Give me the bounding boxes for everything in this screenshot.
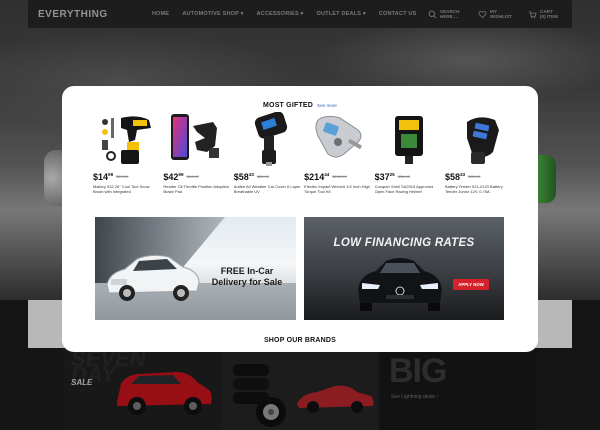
price-dollars: $214 (304, 172, 325, 182)
product-card[interactable]: $1499 $29.99 Mallory 532 26" Cool Tool Sn… (93, 110, 161, 200)
white-sedan-image (106, 254, 200, 301)
free-delivery-line2: Delivery for Sale (211, 277, 283, 287)
product-price: $21444 $252.99 (304, 172, 372, 182)
see-more-link[interactable]: See more (317, 103, 337, 108)
product-price: $1499 $29.99 (93, 172, 161, 182)
cordless-tool-kit-icon (102, 116, 151, 164)
product-card[interactable]: $3725 $56.99 Conquer Snell SA2015 Approve… (375, 110, 443, 200)
product-image (234, 110, 302, 170)
product-list: $1499 $29.99 Mallory 532 26" Cool Tool Sn… (93, 110, 513, 200)
price-dollars: $37 (374, 172, 390, 182)
price-cents: 33 (248, 172, 254, 177)
fm-transmitter-icon (254, 112, 287, 166)
price-cents: 99 (178, 172, 184, 177)
most-gifted-title: MOST GIFTED (263, 102, 314, 109)
product-name: Reader Oil Throttle Position Adaption Br… (163, 184, 230, 195)
price-cents: 33 (459, 172, 466, 177)
product-image (163, 110, 231, 170)
price-old: $89.99 (256, 174, 270, 179)
product-name: Battery Tender 021-0123 Battery Tender J… (444, 184, 503, 195)
product-image (445, 110, 513, 170)
shop-our-brands-heading: SHOP OUR BRANDS (263, 337, 337, 344)
product-image (375, 110, 443, 170)
product-price: $4299 $84.99 (163, 172, 231, 182)
price-dollars: $58 (233, 172, 249, 182)
price-cents: 25 (389, 172, 395, 177)
product-card[interactable]: $5833 $89.99 Autlee All Weather Car Cover… (234, 110, 302, 200)
phone-mount-icon (171, 114, 220, 160)
product-card[interactable]: $21444 $252.99 Electric Impact Wrench 1/2… (304, 110, 372, 200)
most-gifted-modal: MOST GIFTED See more $1499 $29.99 Mallory … (62, 86, 538, 352)
price-old: $252.99 (332, 174, 347, 179)
product-card[interactable]: $5833 $89.99 Battery Tender 021-0123 Batt… (445, 110, 513, 200)
price-dollars: $42 (163, 172, 179, 182)
product-price: $5833 $89.99 (234, 172, 302, 182)
price-dollars: $58 (444, 172, 460, 182)
product-name: Autlee All Weather Car Cover 6 Layer Bre… (233, 184, 301, 195)
price-dollars: $14 (93, 172, 109, 182)
product-name: Mallory 532 26" Cool Tool Snow Brush wit… (93, 184, 150, 195)
tire-gauge-icon (315, 115, 363, 158)
product-card[interactable]: $4299 $84.99 Reader Oil Throttle Position… (163, 110, 231, 200)
black-sports-car-image (358, 258, 442, 311)
low-financing-banner[interactable]: LOW FINANCING RATES APPLY NOW (304, 217, 504, 320)
apply-now-button[interactable]: APPLY NOW (453, 279, 489, 290)
price-old: $56.99 (397, 174, 410, 179)
free-delivery-line1: FREE In-Car (220, 266, 274, 276)
price-old: $89.99 (468, 174, 481, 179)
price-cents: 99 (108, 172, 114, 177)
product-price: $3725 $56.99 (375, 172, 443, 182)
battery-tender-icon (394, 116, 423, 164)
price-cents: 44 (324, 172, 330, 177)
price-old: $84.99 (186, 174, 199, 179)
product-image (304, 110, 372, 170)
product-price: $5833 $89.99 (445, 172, 513, 182)
free-delivery-text: FREE In-Car Delivery for Sale (205, 266, 289, 288)
free-delivery-banner[interactable]: FREE In-Car Delivery for Sale (95, 217, 296, 320)
low-financing-title: LOW FINANCING RATES (333, 237, 475, 249)
product-image (93, 110, 161, 170)
product-name: Conquer Snell SA2015 Approved Open Face … (374, 184, 434, 195)
product-name: Electric Impact Wrench 1/2 Inch High Tor… (304, 184, 370, 195)
usb-car-charger-icon (466, 117, 499, 164)
price-old: $29.99 (116, 174, 129, 179)
